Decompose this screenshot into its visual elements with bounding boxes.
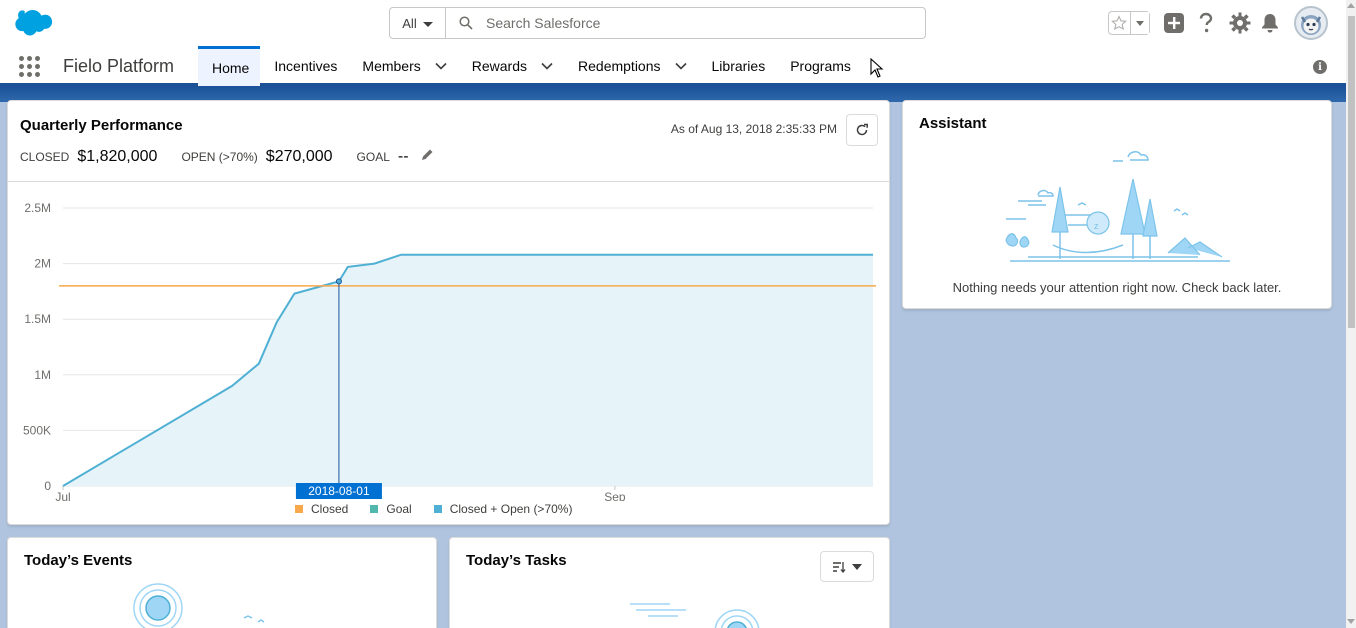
page-scrollbar[interactable] xyxy=(1346,0,1356,628)
legend-swatch xyxy=(370,505,379,513)
y-tick-label: 2.5M xyxy=(24,201,51,215)
legend-item-goal[interactable]: Goal xyxy=(370,502,412,516)
date-tooltip-label: 2018-08-01 xyxy=(308,484,370,498)
events-empty-illustration xyxy=(133,583,265,628)
quarterly-performance-card: Quarterly Performance As of Aug 13, 2018… xyxy=(7,100,890,525)
search-scope-label: All xyxy=(402,15,417,31)
todays-events-card: Today’s Events xyxy=(7,537,437,628)
nav-tab-home[interactable]: Home xyxy=(198,46,261,86)
salesforce-logo[interactable] xyxy=(12,8,54,38)
chevron-down-icon[interactable] xyxy=(435,62,447,70)
mouse-cursor-icon xyxy=(870,58,884,78)
y-tick-label: 1M xyxy=(34,368,51,382)
legend-label: Closed xyxy=(311,502,349,516)
legend-item-closed[interactable]: Closed xyxy=(295,502,348,516)
y-tick-label: 500K xyxy=(23,423,51,437)
sort-icon xyxy=(833,561,846,573)
global-actions-add-icon[interactable] xyxy=(1162,11,1186,35)
card-title: Today’s Tasks xyxy=(466,552,567,569)
favorites-star-icon[interactable] xyxy=(1109,12,1130,34)
series-area-closed-open xyxy=(63,254,873,486)
nav-tab-incentives[interactable]: Incentives xyxy=(260,46,348,86)
todays-tasks-card: Today’s Tasks xyxy=(449,537,890,628)
tasks-empty-illustration xyxy=(630,603,760,628)
user-avatar[interactable] xyxy=(1294,6,1328,40)
favorites-menu-button[interactable] xyxy=(1129,12,1149,34)
chevron-down-icon xyxy=(422,21,433,27)
legend-item-closed-open[interactable]: Closed + Open (>70%) xyxy=(433,502,573,516)
legend-swatch xyxy=(433,505,442,513)
app-name: Fielo Platform xyxy=(63,56,175,76)
nav-tab-programs[interactable]: Programs xyxy=(776,46,862,86)
search-icon xyxy=(446,8,486,38)
nav-tab-label: Redemptions xyxy=(578,58,661,74)
nav-tab-rewards[interactable]: Rewards xyxy=(458,46,564,86)
nav-tab-label: Incentives xyxy=(274,58,338,74)
setup-gear-icon[interactable] xyxy=(1228,11,1252,35)
help-icon[interactable] xyxy=(1194,11,1218,35)
info-icon[interactable]: i xyxy=(1313,60,1327,74)
nav-tab-label: Libraries xyxy=(711,58,766,74)
assistant-card: Assistant z Nothing needs your attention… xyxy=(902,100,1332,309)
nav-tab-label: Home xyxy=(212,59,250,76)
quarterly-performance-chart: 0 500K 1M 1.5M 2M 2.5M Jul Sep 2018-08-01 xyxy=(23,201,876,501)
legend-label: Closed + Open (>70%) xyxy=(449,502,573,516)
nav-tab-label: Members xyxy=(362,58,421,74)
navigation-bar: Fielo Platform Home Incentives Members R… xyxy=(0,46,1346,86)
assistant-empty-message: Nothing needs your attention right now. … xyxy=(952,280,1282,295)
scroll-down-arrow-icon[interactable] xyxy=(1347,619,1355,624)
card-title: Today’s Events xyxy=(24,552,133,569)
chevron-down-icon[interactable] xyxy=(541,62,553,70)
tasks-sort-menu-button[interactable] xyxy=(820,551,874,582)
card-title: Assistant xyxy=(919,115,987,132)
app-launcher-icon[interactable] xyxy=(19,56,41,78)
assistant-empty-illustration: z xyxy=(1005,151,1230,262)
nav-tabs: Home Incentives Members Rewards Redempti… xyxy=(198,46,862,86)
chevron-down-icon xyxy=(852,563,862,570)
nav-tab-label: Programs xyxy=(790,58,851,74)
notifications-bell-icon[interactable] xyxy=(1258,11,1282,35)
global-search: All xyxy=(389,7,926,39)
x-tick-label: Sep xyxy=(604,490,626,501)
nav-tab-members[interactable]: Members xyxy=(348,46,457,86)
y-tick-label: 2M xyxy=(34,257,51,271)
chevron-down-icon[interactable] xyxy=(674,62,687,70)
nav-tab-libraries[interactable]: Libraries xyxy=(698,46,777,86)
y-tick-label: 0 xyxy=(44,479,51,493)
chevron-down-icon xyxy=(1135,20,1144,26)
search-input[interactable] xyxy=(486,8,925,38)
hover-point xyxy=(335,278,342,285)
y-tick-label: 1.5M xyxy=(24,312,51,326)
legend-swatch xyxy=(295,505,303,513)
x-tick-label: Jul xyxy=(55,490,70,501)
search-scope-dropdown[interactable]: All xyxy=(390,8,446,38)
favorites-group xyxy=(1108,11,1150,35)
global-header: All xyxy=(0,0,1346,46)
scroll-up-arrow-icon[interactable] xyxy=(1347,3,1355,8)
nav-tab-label: Rewards xyxy=(471,58,528,74)
legend-label: Goal xyxy=(386,502,412,516)
chart-legend: Closed Goal Closed + Open (>70%) xyxy=(295,502,572,516)
scrollbar-thumb[interactable] xyxy=(1348,16,1355,328)
svg-text:z: z xyxy=(1094,221,1099,231)
nav-tab-redemptions[interactable]: Redemptions xyxy=(564,46,698,86)
